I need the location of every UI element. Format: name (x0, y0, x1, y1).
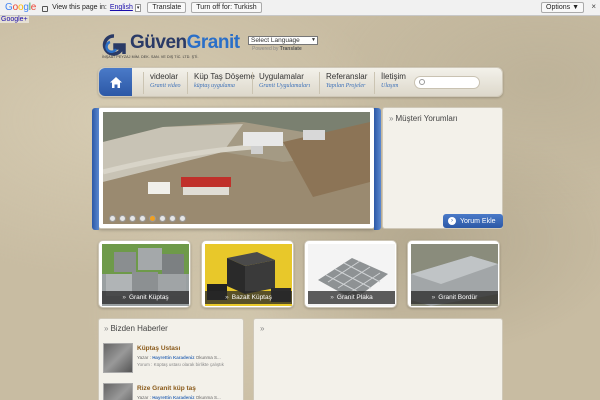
news-meta: Yazar : Hayrettin Karadeniz Okunma S... (137, 395, 221, 400)
translate-button[interactable]: Translate (147, 2, 187, 13)
slider-dot[interactable] (129, 215, 136, 222)
slider-dots (109, 215, 186, 222)
news-item[interactable]: Rize Granit küp taş Yazar : Hayrettin Ka… (103, 383, 241, 400)
options-button[interactable]: Options ▼ (541, 2, 584, 13)
slider-next-handle[interactable] (374, 108, 381, 230)
slider-dot[interactable] (139, 215, 146, 222)
image-slider[interactable] (92, 107, 381, 230)
logo-mark-icon (102, 34, 126, 56)
slider-dot[interactable] (119, 215, 126, 222)
product-tile-granit-kuptas[interactable]: » Granit Küptaş (98, 240, 191, 308)
nav-item-iletisim[interactable]: İletişim Ulaşım (374, 72, 406, 94)
chevron-down-icon[interactable]: ▾ (134, 3, 142, 12)
testimonials-title: » Müşteri Yorumları (389, 114, 458, 123)
slider-image (103, 112, 370, 224)
google-logo: Google (5, 2, 37, 13)
slider-dot[interactable] (159, 215, 166, 222)
add-comment-button[interactable]: › Yorum Ekle (443, 214, 503, 228)
chevron-down-icon: ▼ (311, 37, 316, 43)
language-select-value: Select Language (251, 37, 300, 44)
turn-off-button[interactable]: Turn off for: Turkish (191, 2, 262, 13)
news-title: » Bizden Haberler (104, 324, 168, 333)
product-label: » Granit Bordür (411, 291, 498, 304)
powered-by-translate: Powered by Translate (252, 46, 302, 52)
site-logo[interactable]: GüvenGranit İNŞAAT PEYZAJ MİM. DEK. SAN.… (100, 32, 240, 62)
slider-dot[interactable] (149, 215, 156, 222)
news-headline[interactable]: Rize Granit küp taş (137, 385, 196, 392)
language-link[interactable]: English (110, 4, 133, 11)
translate-bar: Google View this page in: English ▾ Tran… (0, 0, 600, 16)
product-label: » Bazalt Küptaş (205, 291, 292, 304)
testimonials-panel: » Müşteri Yorumları › Yorum Ekle (382, 107, 503, 229)
logo-wordmark: GüvenGranit (130, 32, 240, 53)
chevron-right-icon: » (104, 324, 109, 333)
close-icon[interactable]: × (591, 2, 596, 11)
lock-icon (42, 5, 49, 12)
news-meta: Yazar : Hayrettin Karadeniz Okunma S... (137, 355, 221, 360)
product-tile-granit-plaka[interactable]: » Granit Plaka (304, 240, 397, 308)
news-thumbnail (103, 383, 133, 400)
nav-item-uygulamalar[interactable]: Uygulamalar Granit Uygulamaları (252, 72, 310, 94)
chevron-right-icon: » (260, 324, 265, 333)
slider-prev-handle[interactable] (92, 108, 99, 230)
nav-item-kup-tas[interactable]: Küp Taş Döşeme küptaş uygulama (187, 72, 255, 94)
google-plus-link[interactable]: Google+ (0, 16, 29, 23)
quarry-photo (103, 112, 370, 224)
news-item[interactable]: Küptaş Ustası Yazar : Hayrettin Karadeni… (103, 343, 241, 377)
search-icon (419, 79, 425, 85)
news-panel: » Bizden Haberler Küptaş Ustası Yazar : H… (98, 318, 244, 400)
translate-prompt: View this page in: (52, 4, 107, 11)
chevron-right-icon: » (389, 114, 394, 123)
product-tile-granit-bordur[interactable]: » Granit Bordür (407, 240, 500, 308)
news-excerpt: Yorum : Küptaş ustası olarak birlikte ça… (137, 362, 224, 367)
arrow-right-icon: › (448, 217, 456, 225)
slider-dot[interactable] (109, 215, 116, 222)
nav-item-videolar[interactable]: videolar Granit video (143, 72, 181, 94)
product-label: » Granit Plaka (308, 291, 395, 304)
search-input[interactable] (414, 76, 480, 89)
product-tile-bazalt-kuptas[interactable]: » Bazalt Küptaş (201, 240, 294, 308)
home-icon (109, 76, 122, 88)
logo-tagline: İNŞAAT PEYZAJ MİM. DEK. SAN. VE DIŞ TİC.… (102, 55, 199, 59)
news-headline[interactable]: Küptaş Ustası (137, 345, 180, 352)
news-thumbnail (103, 343, 133, 373)
slider-dot[interactable] (179, 215, 186, 222)
language-select[interactable]: Select Language ▼ (248, 36, 318, 45)
slider-dot[interactable] (169, 215, 176, 222)
home-button[interactable] (99, 68, 132, 96)
nav-item-referanslar[interactable]: Referanslar Yapılan Projeler (319, 72, 367, 94)
product-label: » Granit Küptaş (102, 291, 189, 304)
main-nav: videolar Granit video Küp Taş Döşeme küp… (98, 67, 503, 97)
content-panel: » (253, 318, 503, 400)
